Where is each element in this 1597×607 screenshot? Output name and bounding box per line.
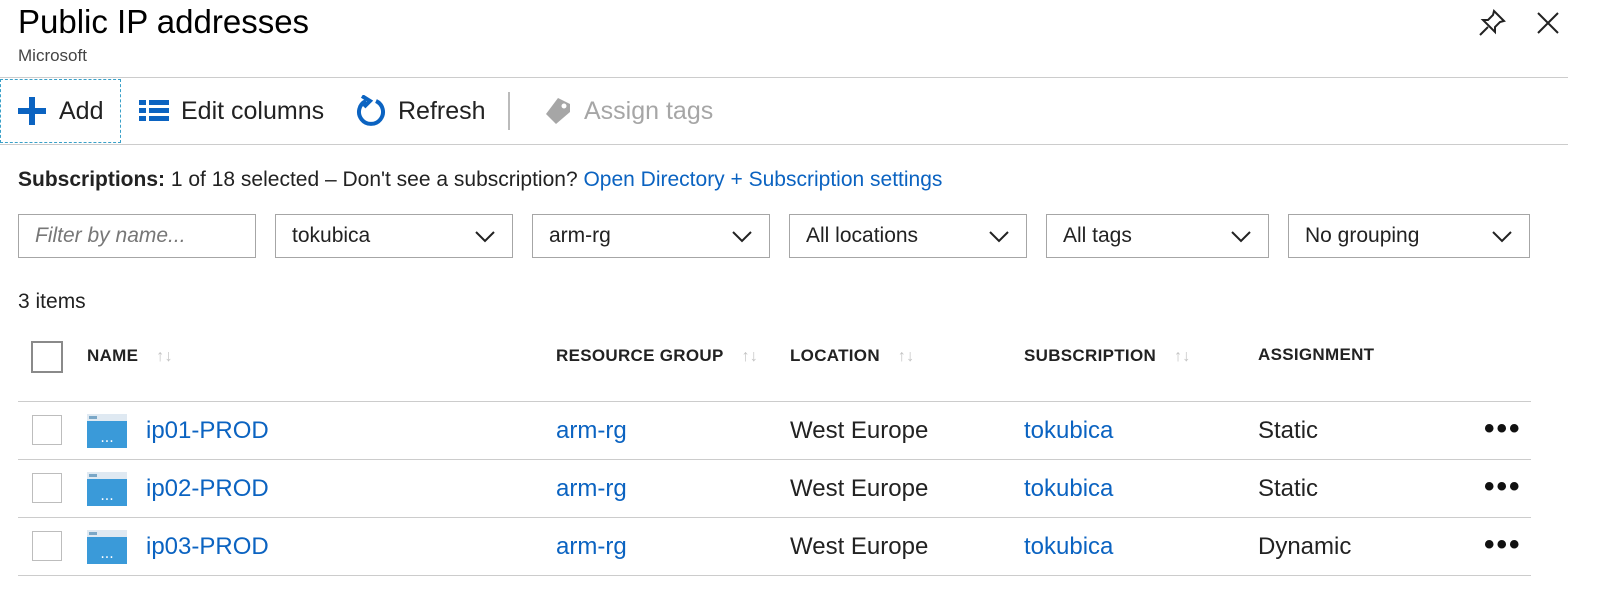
tag-icon [546,98,570,124]
row-assignment: Static [1258,417,1319,444]
column-header-name-label: NAME [87,346,139,365]
close-icon[interactable] [1533,8,1563,38]
page-title: Public IP addresses [18,3,310,40]
sort-icon: ↑↓ [897,348,915,365]
row-subscription-link[interactable]: tokubica [1024,533,1113,561]
chevron-down-icon [732,231,752,243]
row-checkbox[interactable] [32,531,62,561]
public-ip-icon: ... [87,530,127,564]
filter-by-name-input[interactable]: Filter by name... [18,214,256,258]
public-ip-icon: ... [87,414,127,448]
column-header-subscription-label: SUBSCRIPTION [1024,346,1157,365]
chevron-down-icon [989,231,1009,243]
row-location: West Europe [790,475,929,502]
edit-columns-label: Edit columns [181,96,325,125]
tags-dropdown-value: All tags [1063,224,1132,247]
more-options-button[interactable]: ••• [1484,412,1522,446]
row-subscription-link[interactable]: tokubica [1024,417,1113,445]
row-location: West Europe [790,417,929,444]
more-options-button[interactable]: ••• [1484,470,1522,504]
row-divider [18,575,1531,576]
row-location: West Europe [790,533,929,560]
table-row[interactable]: ... ip03-PROD arm-rg West Europe tokubic… [18,518,1531,576]
row-name-link[interactable]: ip02-PROD [146,475,269,503]
pin-icon[interactable] [1477,8,1507,38]
chevron-down-icon [475,231,495,243]
subscriptions-text: 1 of 18 selected – Don't see a subscript… [170,168,578,191]
plus-icon [18,97,46,125]
assign-tags-label: Assign tags [584,96,714,125]
page-subtitle: Microsoft [18,46,87,65]
assign-tags-button[interactable]: Assign tags [544,79,713,143]
tags-dropdown[interactable]: All tags [1046,214,1269,258]
locations-dropdown-value: All locations [806,224,919,247]
row-resource-group-link[interactable]: arm-rg [556,475,627,503]
column-header-assignment-label: ASSIGNMENT [1258,345,1375,364]
subscription-dropdown[interactable]: tokubica [275,214,513,258]
toolbar-divider [0,144,1568,145]
public-ip-icon: ... [87,472,127,506]
item-count: 3 items [18,290,86,313]
sort-icon: ↑↓ [1174,348,1191,365]
edit-columns-button[interactable]: Edit columns [139,79,324,143]
add-button[interactable]: Add [0,79,121,143]
header-divider [0,77,1568,78]
column-header-location-label: LOCATION [790,346,880,365]
row-checkbox[interactable] [32,415,62,445]
subscription-settings-link[interactable]: Open Directory + Subscription settings [583,168,942,191]
chevron-down-icon [1492,231,1512,243]
row-checkbox[interactable] [32,473,62,503]
more-options-button[interactable]: ••• [1484,528,1522,562]
column-header-resource-group[interactable]: RESOURCE GROUP ↑↓ [556,346,758,366]
column-header-subscription[interactable]: SUBSCRIPTION ↑↓ [1024,346,1191,366]
refresh-icon [357,95,385,126]
table-row[interactable]: ... ip01-PROD arm-rg West Europe tokubic… [18,402,1531,460]
grouping-dropdown-value: No grouping [1305,224,1420,247]
column-header-location[interactable]: LOCATION ↑↓ [790,346,915,366]
svg-text:...: ... [100,488,113,504]
resource-group-dropdown-value: arm-rg [549,224,611,247]
locations-dropdown[interactable]: All locations [789,214,1027,258]
table-row[interactable]: ... ip02-PROD arm-rg West Europe tokubic… [18,460,1531,518]
toolbar-separator [508,92,510,130]
add-label: Add [59,96,104,125]
row-resource-group-link[interactable]: arm-rg [556,417,627,445]
subscriptions-info: Subscriptions: 1 of 18 selected – Don't … [18,168,942,192]
sort-icon: ↑↓ [156,348,173,365]
row-subscription-link[interactable]: tokubica [1024,475,1113,503]
refresh-label: Refresh [398,96,486,125]
resource-group-dropdown[interactable]: arm-rg [532,214,770,258]
row-assignment: Dynamic [1258,533,1352,560]
columns-icon [139,100,169,121]
row-name-link[interactable]: ip01-PROD [146,417,269,445]
refresh-button[interactable]: Refresh [356,79,486,143]
column-header-assignment: ASSIGNMENT [1258,345,1374,365]
sort-icon: ↑↓ [741,348,759,365]
subscription-dropdown-value: tokubica [292,224,371,247]
row-assignment: Static [1258,475,1319,502]
svg-text:...: ... [100,546,113,562]
column-header-name[interactable]: NAME ↑↓ [87,346,173,366]
grouping-dropdown[interactable]: No grouping [1288,214,1530,258]
column-header-resource-group-label: RESOURCE GROUP [556,346,724,365]
chevron-down-icon [1231,231,1251,243]
subscriptions-label: Subscriptions: [18,168,166,191]
select-all-checkbox[interactable] [31,341,63,373]
row-resource-group-link[interactable]: arm-rg [556,533,627,561]
row-name-link[interactable]: ip03-PROD [146,533,269,561]
svg-text:...: ... [100,430,113,446]
